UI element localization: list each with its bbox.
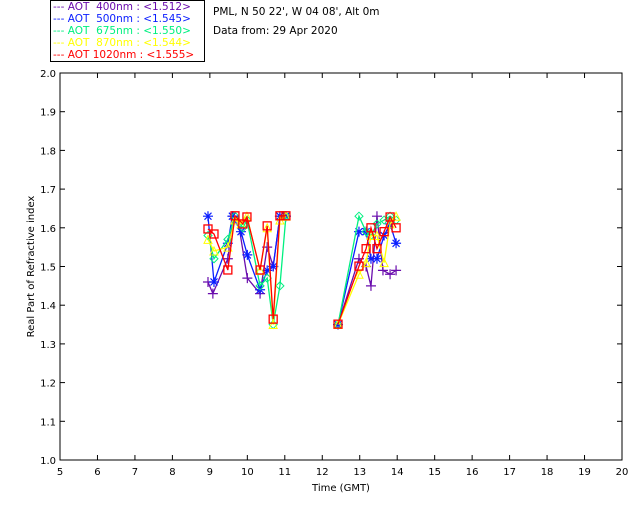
y-tick-label: 1.9 [40, 108, 56, 119]
x-tick-label: 20 [616, 467, 629, 478]
data-point-plus [207, 288, 218, 299]
y-axis-label: Real Part of Refractive index [26, 196, 37, 338]
x-tick-label: 19 [578, 467, 591, 478]
data-point-asterisk [391, 238, 402, 249]
x-tick-label: 13 [353, 467, 366, 478]
plot-frame [59, 72, 623, 461]
x-tick-label: 14 [391, 467, 404, 478]
x-tick-label: 18 [541, 467, 554, 478]
legend: --- AOT 400nm : <1.512> --- AOT 500nm : … [50, 0, 205, 62]
y-tick-label: 1.7 [40, 185, 56, 196]
x-tick-label: 7 [132, 467, 138, 478]
site-info: PML, N 50 22', W 04 08', Alt 0m [213, 6, 380, 18]
data-point-asterisk [202, 211, 213, 222]
x-tick-label: 9 [207, 467, 213, 478]
chart: 5 6 7 8 9 10 11 12 13 14 15 16 17 18 19 20 1.0 1.1 1.2 1.3 1… [0, 0, 640, 512]
legend-label: AOT 400nm : <1.512> [67, 1, 191, 13]
legend-label: AOT 870nm : <1.544> [67, 37, 191, 49]
y-tick-label: 1.5 [40, 263, 56, 274]
legend-label: AOT 675nm : <1.550> [67, 25, 191, 37]
y-tick-label: 1.2 [40, 379, 56, 390]
plot-svg: 5 6 7 8 9 10 11 12 13 14 15 16 17 18 19 20 1.0 1.1 1.2 1.3 1… [26, 69, 629, 494]
legend-label: AOT 1020nm : <1.555> [67, 49, 195, 61]
legend-entry-1020: --- AOT 1020nm : <1.555> [53, 49, 195, 61]
x-tick-label: 8 [169, 467, 175, 478]
y-tick-label: 2.0 [40, 69, 56, 80]
y-tick-label: 1.8 [40, 146, 56, 157]
y-tick-label: 1.4 [40, 301, 56, 312]
data-point-plus [365, 280, 376, 291]
legend-entry-870: --- AOT 870nm : <1.544> [53, 37, 191, 49]
x-tick-label: 16 [466, 467, 479, 478]
date-info: Data from: 29 Apr 2020 [213, 25, 338, 37]
legend-label: AOT 500nm : <1.545> [67, 13, 191, 25]
y-tick-label: 1.3 [40, 340, 56, 351]
y-tick-label: 1.0 [40, 456, 56, 467]
y-tick-label: 1.1 [40, 417, 56, 428]
legend-entry-400: --- AOT 400nm : <1.512> [53, 1, 191, 13]
x-tick-label: 11 [278, 467, 291, 478]
x-tick-label: 6 [94, 467, 100, 478]
x-tick-label: 5 [57, 467, 63, 478]
data-point-asterisk [371, 253, 382, 264]
data-point-asterisk [208, 276, 219, 287]
x-tick-label: 10 [241, 467, 254, 478]
x-axis-label: Time (GMT) [311, 483, 370, 494]
legend-entry-675: --- AOT 675nm : <1.550> [53, 25, 191, 37]
data-point-asterisk [242, 249, 253, 260]
x-tick-label: 15 [428, 467, 441, 478]
y-tick-label: 1.6 [40, 224, 56, 235]
x-tick-label: 17 [503, 467, 516, 478]
x-tick-label: 12 [316, 467, 329, 478]
legend-entry-500: --- AOT 500nm : <1.545> [53, 13, 191, 25]
